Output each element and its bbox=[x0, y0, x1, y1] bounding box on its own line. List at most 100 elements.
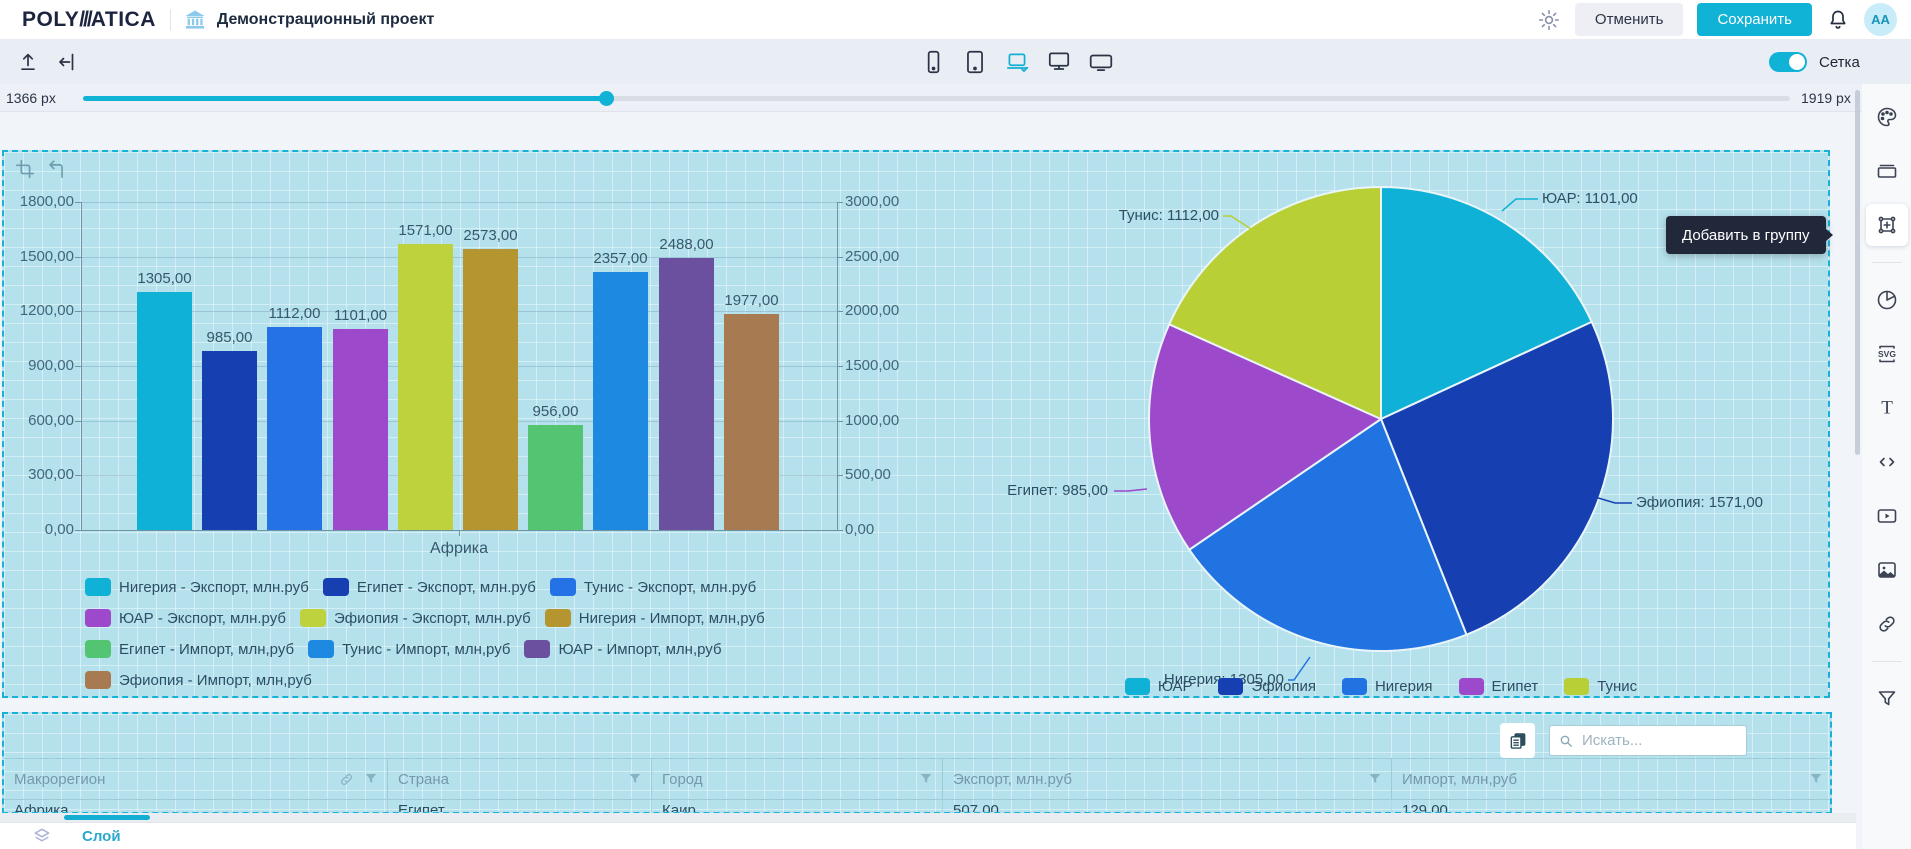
horizontal-scrollbar[interactable] bbox=[0, 813, 1856, 822]
charts-group-widget[interactable]: 1800,003000,001500,002500,001200,002000,… bbox=[2, 150, 1830, 698]
legend-color-chip bbox=[85, 640, 111, 658]
legend-color-chip bbox=[550, 578, 576, 596]
legend-item[interactable]: Нигерия - Экспорт, млн.руб bbox=[85, 578, 309, 596]
sidebar-separator bbox=[1872, 661, 1902, 662]
column-filter-icon[interactable] bbox=[918, 771, 934, 787]
table-row[interactable]: АфрикаЕгипетКаир507,00129,00 bbox=[4, 800, 1832, 814]
legend-item[interactable]: Тунис - Экспорт, млн.руб bbox=[550, 578, 756, 596]
sidebar-image-icon[interactable] bbox=[1866, 549, 1908, 591]
svg-text:T: T bbox=[1881, 398, 1893, 419]
sidebar-palette-icon[interactable] bbox=[1866, 96, 1908, 138]
pie-slice-label: Египет: 985,00 bbox=[1007, 482, 1108, 499]
table-cell: Каир bbox=[651, 800, 942, 814]
canvas-width-slider-row: 1366 px 1919 px bbox=[0, 84, 1862, 112]
legend-item[interactable]: Тунис - Импорт, млн,руб bbox=[308, 640, 510, 658]
sidebar-video-icon[interactable] bbox=[1866, 495, 1908, 537]
sidebar-separator bbox=[1872, 262, 1902, 263]
width-slider-track[interactable] bbox=[83, 96, 1790, 101]
horizontal-scrollbar-thumb[interactable] bbox=[64, 815, 150, 820]
sidebar-svg-icon[interactable]: SVG bbox=[1866, 333, 1908, 375]
slider-min-label: 1366 px bbox=[6, 90, 56, 106]
legend-item[interactable]: Эфиопия - Экспорт, млн.руб bbox=[300, 609, 531, 627]
avatar[interactable]: AA bbox=[1864, 3, 1897, 36]
bell-icon[interactable] bbox=[1826, 8, 1850, 32]
polymatica-logo: POLY///ATICA bbox=[22, 8, 156, 32]
svg-text:SVG: SVG bbox=[1878, 349, 1896, 359]
laptop-preview-icon[interactable] bbox=[1004, 49, 1030, 75]
legend-color-chip bbox=[85, 609, 111, 627]
column-link-icon[interactable] bbox=[338, 771, 355, 788]
legend-item[interactable]: ЮАР - Экспорт, млн.руб bbox=[85, 609, 286, 627]
cancel-button[interactable]: Отменить bbox=[1575, 3, 1684, 36]
pie-legend-item[interactable]: Нигерия bbox=[1342, 678, 1433, 695]
table-search bbox=[1549, 725, 1747, 756]
column-filter-icon[interactable] bbox=[363, 771, 379, 787]
legend-item[interactable]: Египет - Импорт, млн,руб bbox=[85, 640, 294, 658]
pie-legend-item[interactable]: Тунис bbox=[1564, 678, 1637, 695]
column-header-Экспорт, млн.руб[interactable]: Экспорт, млн.руб bbox=[942, 759, 1391, 799]
pie-legend-item[interactable]: ЮАР bbox=[1125, 678, 1193, 695]
legend-item[interactable]: ЮАР - Импорт, млн,руб bbox=[524, 640, 721, 658]
slider-max-label: 1919 px bbox=[1801, 90, 1851, 106]
save-button[interactable]: Сохранить bbox=[1697, 3, 1812, 36]
table-copy-icon[interactable] bbox=[1500, 723, 1535, 758]
data-table-widget[interactable]: МакрорегионСтранаГородЭкспорт, млн.рубИм… bbox=[2, 712, 1832, 814]
gear-icon[interactable] bbox=[1537, 8, 1561, 32]
legend-color-chip bbox=[85, 671, 111, 689]
table-cell: 507,00 bbox=[942, 800, 1391, 814]
monitor-preview-icon[interactable] bbox=[1046, 49, 1072, 75]
sidebar-filter-icon[interactable] bbox=[1866, 678, 1908, 720]
legend-color-chip bbox=[308, 640, 334, 658]
column-header-Город[interactable]: Город bbox=[651, 759, 942, 799]
legend-color-chip bbox=[524, 640, 550, 658]
bank-icon bbox=[183, 8, 207, 32]
search-icon bbox=[1558, 733, 1574, 749]
sidebar-link-icon[interactable] bbox=[1866, 603, 1908, 645]
table-cell: Египет bbox=[387, 800, 651, 814]
column-filter-icon[interactable] bbox=[1367, 771, 1383, 787]
sidebar-pie-chart-icon[interactable] bbox=[1866, 279, 1908, 321]
layers-icon bbox=[32, 826, 52, 846]
pie-slice-label: ЮАР: 1101,00 bbox=[1542, 190, 1638, 207]
header-divider bbox=[170, 9, 171, 31]
pie-legend-item[interactable]: Эфиопия bbox=[1218, 678, 1315, 695]
sidebar-tray-icon[interactable] bbox=[1866, 150, 1908, 192]
add-to-group-tooltip: Добавить в группу bbox=[1666, 216, 1826, 254]
device-preview-group bbox=[920, 40, 1114, 84]
search-input[interactable] bbox=[1580, 731, 1738, 750]
pie-legend-item[interactable]: Египет bbox=[1459, 678, 1539, 695]
column-filter-icon[interactable] bbox=[627, 771, 643, 787]
vertical-scrollbar-thumb[interactable] bbox=[1855, 90, 1860, 455]
width-slider-thumb[interactable] bbox=[599, 91, 614, 106]
legend-color-chip bbox=[1218, 678, 1243, 695]
sidebar-text-icon[interactable]: T bbox=[1866, 387, 1908, 429]
toggle-knob bbox=[1789, 54, 1805, 70]
layer-tab[interactable]: Слой bbox=[32, 826, 121, 846]
phone-preview-icon[interactable] bbox=[920, 49, 946, 75]
column-header-Страна[interactable]: Страна bbox=[387, 759, 651, 799]
legend-color-chip bbox=[1125, 678, 1150, 695]
legend-item[interactable]: Нигерия - Импорт, млн,руб bbox=[545, 609, 765, 627]
tv-preview-icon[interactable] bbox=[1088, 49, 1114, 75]
column-filter-icon[interactable] bbox=[1808, 771, 1824, 787]
column-header-Импорт, млн,руб[interactable]: Импорт, млн,руб bbox=[1391, 759, 1832, 799]
grid-toggle-label: Сетка bbox=[1819, 54, 1860, 71]
pie-slice-label: Тунис: 1112,00 bbox=[1119, 207, 1219, 224]
table-cell: Африка bbox=[4, 800, 387, 814]
widget-sidebar: SVG T bbox=[1862, 84, 1911, 849]
width-slider-fill bbox=[83, 96, 607, 101]
editor-toolbar: Сетка bbox=[0, 40, 1911, 84]
tablet-preview-icon[interactable] bbox=[962, 49, 988, 75]
legend-item[interactable]: Египет - Экспорт, млн.руб bbox=[323, 578, 536, 596]
pie-legend: ЮАР Эфиопия Нигерия Египет Тунис bbox=[1024, 678, 1738, 695]
grid-toggle[interactable] bbox=[1769, 52, 1807, 72]
app-header: POLY///ATICA Демонстрационный проект Отм… bbox=[0, 0, 1911, 40]
sidebar-add-to-group-icon[interactable] bbox=[1866, 204, 1908, 246]
legend-color-chip bbox=[1564, 678, 1589, 695]
upload-icon[interactable] bbox=[16, 50, 40, 74]
column-header-Макрорегион[interactable]: Макрорегион bbox=[4, 759, 387, 799]
legend-item[interactable]: Эфиопия - Импорт, млн,руб bbox=[85, 671, 312, 689]
collapse-left-icon[interactable] bbox=[54, 50, 78, 74]
legend-color-chip bbox=[300, 609, 326, 627]
sidebar-code-icon[interactable] bbox=[1866, 441, 1908, 483]
